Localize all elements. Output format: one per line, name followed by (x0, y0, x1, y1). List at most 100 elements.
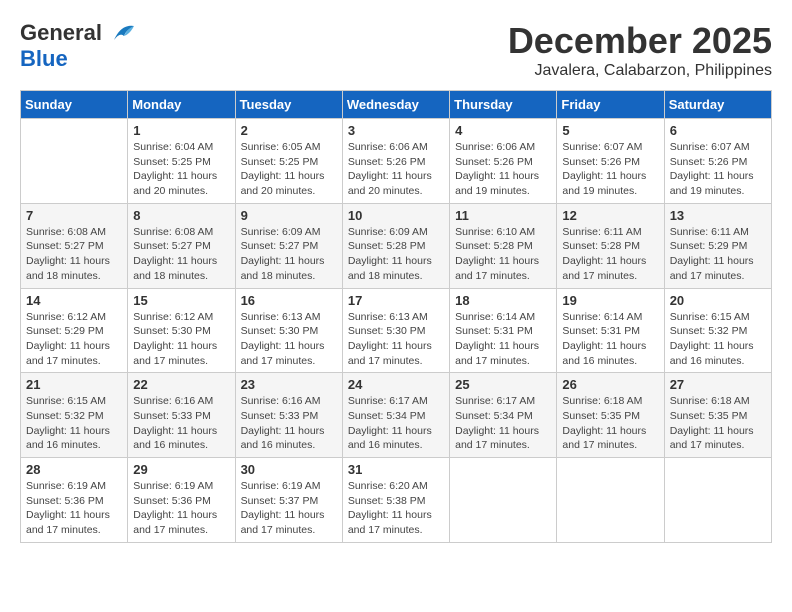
calendar-week-row: 1 Sunrise: 6:04 AMSunset: 5:25 PMDaylight… (21, 119, 772, 204)
calendar-cell: 21 Sunrise: 6:15 AMSunset: 5:32 PMDayligh… (21, 373, 128, 458)
cell-sun-info: Sunrise: 6:04 AMSunset: 5:25 PMDaylight:… (133, 140, 229, 199)
header-day-thursday: Thursday (450, 91, 557, 119)
cell-day-number: 23 (241, 377, 337, 392)
month-title: December 2025 (508, 20, 772, 62)
cell-day-number: 6 (670, 123, 766, 138)
header-day-tuesday: Tuesday (235, 91, 342, 119)
cell-day-number: 24 (348, 377, 444, 392)
calendar-cell: 4 Sunrise: 6:06 AMSunset: 5:26 PMDaylight… (450, 119, 557, 204)
calendar-table: SundayMondayTuesdayWednesdayThursdayFrid… (20, 90, 772, 543)
calendar-cell: 1 Sunrise: 6:04 AMSunset: 5:25 PMDaylight… (128, 119, 235, 204)
calendar-cell: 30 Sunrise: 6:19 AMSunset: 5:37 PMDayligh… (235, 458, 342, 543)
cell-day-number: 31 (348, 462, 444, 477)
cell-sun-info: Sunrise: 6:06 AMSunset: 5:26 PMDaylight:… (348, 140, 444, 199)
cell-day-number: 10 (348, 208, 444, 223)
cell-day-number: 3 (348, 123, 444, 138)
cell-sun-info: Sunrise: 6:19 AMSunset: 5:37 PMDaylight:… (241, 479, 337, 538)
calendar-cell (557, 458, 664, 543)
cell-sun-info: Sunrise: 6:08 AMSunset: 5:27 PMDaylight:… (133, 225, 229, 284)
cell-sun-info: Sunrise: 6:10 AMSunset: 5:28 PMDaylight:… (455, 225, 551, 284)
cell-sun-info: Sunrise: 6:15 AMSunset: 5:32 PMDaylight:… (26, 394, 122, 453)
calendar-cell (450, 458, 557, 543)
cell-sun-info: Sunrise: 6:18 AMSunset: 5:35 PMDaylight:… (670, 394, 766, 453)
calendar-cell: 18Sunrise: 6:14 AMSunset: 5:31 PMDayligh… (450, 288, 557, 373)
cell-sun-info: Sunrise: 6:12 AMSunset: 5:30 PMDaylight:… (133, 310, 229, 369)
cell-day-number: 11 (455, 208, 551, 223)
calendar-cell: 17 Sunrise: 6:13 AMSunset: 5:30 PMDayligh… (342, 288, 449, 373)
cell-day-number: 18 (455, 293, 551, 308)
cell-sun-info: Sunrise: 6:13 AMSunset: 5:30 PMDaylight:… (241, 310, 337, 369)
cell-sun-info: Sunrise: 6:18 AMSunset: 5:35 PMDaylight:… (562, 394, 658, 453)
cell-day-number: 22 (133, 377, 229, 392)
cell-day-number: 2 (241, 123, 337, 138)
header-day-friday: Friday (557, 91, 664, 119)
calendar-cell: 23 Sunrise: 6:16 AMSunset: 5:33 PMDayligh… (235, 373, 342, 458)
calendar-week-row: 14 Sunrise: 6:12 AMSunset: 5:29 PMDayligh… (21, 288, 772, 373)
title-block: December 2025 Javalera, Calabarzon, Phil… (508, 20, 772, 80)
cell-sun-info: Sunrise: 6:12 AMSunset: 5:29 PMDaylight:… (26, 310, 122, 369)
cell-day-number: 1 (133, 123, 229, 138)
cell-day-number: 7 (26, 208, 122, 223)
cell-day-number: 8 (133, 208, 229, 223)
cell-sun-info: Sunrise: 6:16 AMSunset: 5:33 PMDaylight:… (133, 394, 229, 453)
calendar-week-row: 28 Sunrise: 6:19 AMSunset: 5:36 PMDayligh… (21, 458, 772, 543)
cell-sun-info: Sunrise: 6:11 AMSunset: 5:28 PMDaylight:… (562, 225, 658, 284)
logo-general-text: General (20, 20, 102, 46)
calendar-cell: 2Sunrise: 6:05 AMSunset: 5:25 PMDaylight… (235, 119, 342, 204)
calendar-cell: 26 Sunrise: 6:18 AMSunset: 5:35 PMDayligh… (557, 373, 664, 458)
header-day-saturday: Saturday (664, 91, 771, 119)
calendar-cell: 15 Sunrise: 6:12 AMSunset: 5:30 PMDayligh… (128, 288, 235, 373)
cell-sun-info: Sunrise: 6:20 AMSunset: 5:38 PMDaylight:… (348, 479, 444, 538)
cell-day-number: 30 (241, 462, 337, 477)
header-day-monday: Monday (128, 91, 235, 119)
header-day-wednesday: Wednesday (342, 91, 449, 119)
page-header: General Blue December 2025 Javalera, Cal… (20, 20, 772, 80)
cell-sun-info: Sunrise: 6:11 AMSunset: 5:29 PMDaylight:… (670, 225, 766, 284)
cell-sun-info: Sunrise: 6:06 AMSunset: 5:26 PMDaylight:… (455, 140, 551, 199)
cell-sun-info: Sunrise: 6:13 AMSunset: 5:30 PMDaylight:… (348, 310, 444, 369)
header-day-sunday: Sunday (21, 91, 128, 119)
cell-day-number: 29 (133, 462, 229, 477)
calendar-week-row: 21 Sunrise: 6:15 AMSunset: 5:32 PMDayligh… (21, 373, 772, 458)
cell-day-number: 17 (348, 293, 444, 308)
cell-day-number: 19 (562, 293, 658, 308)
cell-day-number: 25 (455, 377, 551, 392)
cell-sun-info: Sunrise: 6:14 AMSunset: 5:31 PMDaylight:… (562, 310, 658, 369)
cell-sun-info: Sunrise: 6:09 AMSunset: 5:27 PMDaylight:… (241, 225, 337, 284)
cell-sun-info: Sunrise: 6:19 AMSunset: 5:36 PMDaylight:… (133, 479, 229, 538)
cell-sun-info: Sunrise: 6:09 AMSunset: 5:28 PMDaylight:… (348, 225, 444, 284)
calendar-cell: 19 Sunrise: 6:14 AMSunset: 5:31 PMDayligh… (557, 288, 664, 373)
calendar-cell: 16 Sunrise: 6:13 AMSunset: 5:30 PMDayligh… (235, 288, 342, 373)
calendar-cell: 5Sunrise: 6:07 AMSunset: 5:26 PMDaylight… (557, 119, 664, 204)
calendar-cell: 25 Sunrise: 6:17 AMSunset: 5:34 PMDayligh… (450, 373, 557, 458)
cell-day-number: 16 (241, 293, 337, 308)
calendar-cell: 12 Sunrise: 6:11 AMSunset: 5:28 PMDayligh… (557, 203, 664, 288)
calendar-cell: 10 Sunrise: 6:09 AMSunset: 5:28 PMDayligh… (342, 203, 449, 288)
cell-sun-info: Sunrise: 6:16 AMSunset: 5:33 PMDaylight:… (241, 394, 337, 453)
calendar-cell: 3 Sunrise: 6:06 AMSunset: 5:26 PMDaylight… (342, 119, 449, 204)
calendar-header-row: SundayMondayTuesdayWednesdayThursdayFrid… (21, 91, 772, 119)
calendar-cell: 8 Sunrise: 6:08 AMSunset: 5:27 PMDaylight… (128, 203, 235, 288)
calendar-cell: 14 Sunrise: 6:12 AMSunset: 5:29 PMDayligh… (21, 288, 128, 373)
calendar-week-row: 7 Sunrise: 6:08 AMSunset: 5:27 PMDaylight… (21, 203, 772, 288)
cell-sun-info: Sunrise: 6:17 AMSunset: 5:34 PMDaylight:… (455, 394, 551, 453)
cell-sun-info: Sunrise: 6:08 AMSunset: 5:27 PMDaylight:… (26, 225, 122, 284)
calendar-cell: 6Sunrise: 6:07 AMSunset: 5:26 PMDaylight… (664, 119, 771, 204)
calendar-cell: 29 Sunrise: 6:19 AMSunset: 5:36 PMDayligh… (128, 458, 235, 543)
cell-day-number: 14 (26, 293, 122, 308)
calendar-cell: 22 Sunrise: 6:16 AMSunset: 5:33 PMDayligh… (128, 373, 235, 458)
cell-sun-info: Sunrise: 6:15 AMSunset: 5:32 PMDaylight:… (670, 310, 766, 369)
location-subtitle: Javalera, Calabarzon, Philippines (508, 62, 772, 80)
logo-bird-icon (106, 22, 136, 44)
cell-day-number: 15 (133, 293, 229, 308)
cell-day-number: 12 (562, 208, 658, 223)
cell-day-number: 13 (670, 208, 766, 223)
cell-day-number: 27 (670, 377, 766, 392)
cell-day-number: 21 (26, 377, 122, 392)
calendar-cell: 28Sunrise: 6:19 AMSunset: 5:36 PMDayligh… (21, 458, 128, 543)
cell-day-number: 4 (455, 123, 551, 138)
cell-day-number: 26 (562, 377, 658, 392)
cell-day-number: 28 (26, 462, 122, 477)
calendar-cell: 13 Sunrise: 6:11 AMSunset: 5:29 PMDayligh… (664, 203, 771, 288)
logo-blue-text: Blue (20, 46, 68, 71)
